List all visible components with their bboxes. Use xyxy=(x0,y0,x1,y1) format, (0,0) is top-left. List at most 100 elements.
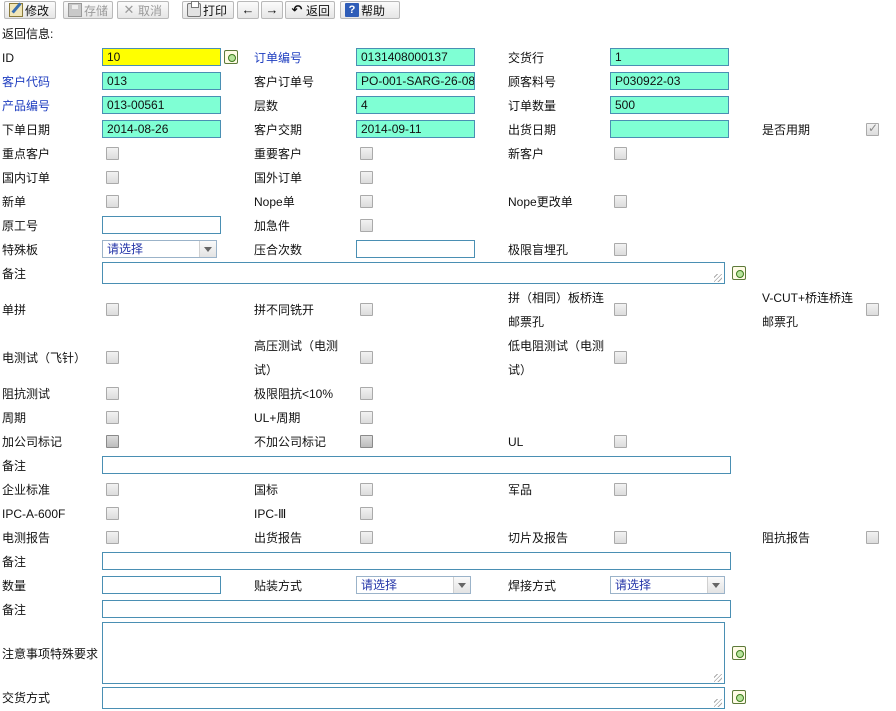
lookup-icon-remark[interactable] xyxy=(732,266,746,280)
national-std-label: 国标 xyxy=(254,483,279,497)
solder-method-select[interactable]: 请选择 xyxy=(610,576,725,594)
cancel-button[interactable]: ✕ 取消 xyxy=(117,1,169,19)
domestic-order-checkbox[interactable] xyxy=(106,171,119,184)
special-board-value: 请选择 xyxy=(107,242,144,256)
prev-button[interactable]: ← xyxy=(237,1,259,19)
lookup-icon[interactable] xyxy=(224,50,238,64)
enterprise-std-checkbox[interactable] xyxy=(106,483,119,496)
impedance-test-checkbox[interactable] xyxy=(106,387,119,400)
help-button[interactable]: ? 帮助 xyxy=(340,1,400,19)
ul-period-checkbox[interactable] xyxy=(360,411,373,424)
foreign-order-checkbox[interactable] xyxy=(360,171,373,184)
e-test-report-checkbox[interactable] xyxy=(106,531,119,544)
order-date-field[interactable]: 2014-08-26 xyxy=(102,120,221,138)
add-logo-checkbox[interactable] xyxy=(106,435,119,448)
low-res-test-checkbox[interactable] xyxy=(614,351,627,364)
lookup-icon-delivery[interactable] xyxy=(732,690,746,704)
quantity-field[interactable] xyxy=(102,576,221,594)
use-period-checkbox[interactable] xyxy=(866,121,879,136)
mount-method-select[interactable]: 请选择 xyxy=(356,576,471,594)
new-customer-label: 新客户 xyxy=(508,147,545,161)
order-qty-field[interactable]: 500 xyxy=(610,96,729,114)
customer-code-field[interactable]: 013 xyxy=(102,72,221,90)
orig-work-no-field[interactable] xyxy=(102,216,221,234)
e-test-fly-checkbox[interactable] xyxy=(106,351,119,364)
key-customer-checkbox[interactable] xyxy=(106,147,119,160)
important-customer-checkbox[interactable] xyxy=(360,147,373,160)
ipc-iii-checkbox[interactable] xyxy=(360,507,373,520)
period-checkbox[interactable] xyxy=(106,411,119,424)
remark-label-4: 备注 xyxy=(2,603,27,617)
remark-label-2: 备注 xyxy=(2,459,27,473)
special-req-textarea[interactable] xyxy=(102,622,725,684)
remark-label-3: 备注 xyxy=(2,555,27,569)
special-board-select[interactable]: 请选择 xyxy=(102,240,217,258)
order-no-field[interactable]: 0131408000137 xyxy=(356,48,475,66)
remark-field-2[interactable] xyxy=(102,456,731,474)
no-logo-checkbox[interactable] xyxy=(360,435,373,448)
diff-mill-checkbox[interactable] xyxy=(360,303,373,316)
impedance-test-label: 阻抗测试 xyxy=(2,387,51,401)
customer-order-no-field[interactable]: PO-001-SARG-26-08- xyxy=(356,72,475,90)
resize-grip-icon[interactable] xyxy=(714,699,722,707)
delivery-line-field[interactable]: 1 xyxy=(610,48,729,66)
nope-change-label: Nope更改单 xyxy=(508,195,573,209)
resize-grip-icon[interactable] xyxy=(714,674,722,682)
military-label: 军品 xyxy=(508,483,533,497)
delivery-method-textarea[interactable] xyxy=(102,687,725,709)
press-count-label: 压合次数 xyxy=(254,243,303,257)
remark-textarea-1[interactable] xyxy=(102,262,725,284)
e-test-fly-label: 电测试（飞针） xyxy=(2,351,87,365)
customer-delivery-field[interactable]: 2014-09-11 xyxy=(356,120,475,138)
impedance-report-checkbox[interactable] xyxy=(866,531,879,544)
nope-order-checkbox[interactable] xyxy=(360,195,373,208)
layers-field[interactable]: 4 xyxy=(356,96,475,114)
slice-report-checkbox[interactable] xyxy=(614,531,627,544)
special-req-label: 注意事项特殊要求 xyxy=(2,647,99,661)
resize-grip-icon[interactable] xyxy=(714,274,722,282)
save-button[interactable]: 存储 xyxy=(63,1,113,19)
customer-delivery-label: 客户交期 xyxy=(254,123,303,137)
limit-blind-hole-checkbox[interactable] xyxy=(614,243,627,256)
remark-field-4[interactable] xyxy=(102,600,731,618)
quantity-label: 数量 xyxy=(2,579,27,593)
single-panel-checkbox[interactable] xyxy=(106,303,119,316)
limit-impedance-label: 极限阻抗<10% xyxy=(254,387,334,401)
print-button[interactable]: 打印 xyxy=(182,1,234,19)
rush-label: 加急件 xyxy=(254,219,291,233)
customer-code-label: 客户代码 xyxy=(2,75,51,89)
edit-button[interactable]: 修改 xyxy=(4,1,56,19)
next-button[interactable]: → xyxy=(261,1,283,19)
low-res-test-label: 低电阻测试（电测试） xyxy=(508,339,605,377)
new-order-checkbox[interactable] xyxy=(106,195,119,208)
edit-label: 修改 xyxy=(25,3,50,18)
special-board-label: 特殊板 xyxy=(2,243,39,257)
customer-material-no-field[interactable]: P030922-03 xyxy=(610,72,729,90)
ship-date-field[interactable] xyxy=(610,120,729,138)
lookup-icon-special[interactable] xyxy=(732,646,746,660)
vcut-bridge-checkbox[interactable] xyxy=(866,303,879,316)
help-label: 帮助 xyxy=(361,3,386,18)
toolbar: 修改 存储 ✕ 取消 打印 ← → ↶ 返回 ? 帮助 xyxy=(0,0,896,22)
solder-method-value: 请选择 xyxy=(615,578,652,592)
ship-report-checkbox[interactable] xyxy=(360,531,373,544)
remark-field-3[interactable] xyxy=(102,552,731,570)
no-logo-label: 不加公司标记 xyxy=(254,435,327,449)
id-field[interactable]: 10 xyxy=(102,48,221,66)
hv-test-checkbox[interactable] xyxy=(360,351,373,364)
ul-checkbox[interactable] xyxy=(614,435,627,448)
nope-change-checkbox[interactable] xyxy=(614,195,627,208)
order-no-label: 订单编号 xyxy=(254,51,303,65)
national-std-checkbox[interactable] xyxy=(360,483,373,496)
limit-impedance-checkbox[interactable] xyxy=(360,387,373,400)
layers-label: 层数 xyxy=(254,99,279,113)
same-board-bridge-checkbox[interactable] xyxy=(614,303,627,316)
rush-checkbox[interactable] xyxy=(360,219,373,232)
product-no-label: 产品编号 xyxy=(2,99,51,113)
product-no-field[interactable]: 013-00561 xyxy=(102,96,221,114)
back-button[interactable]: ↶ 返回 xyxy=(285,1,335,19)
ipc-a600f-checkbox[interactable] xyxy=(106,507,119,520)
military-checkbox[interactable] xyxy=(614,483,627,496)
press-count-field[interactable] xyxy=(356,240,475,258)
new-customer-checkbox[interactable] xyxy=(614,147,627,160)
